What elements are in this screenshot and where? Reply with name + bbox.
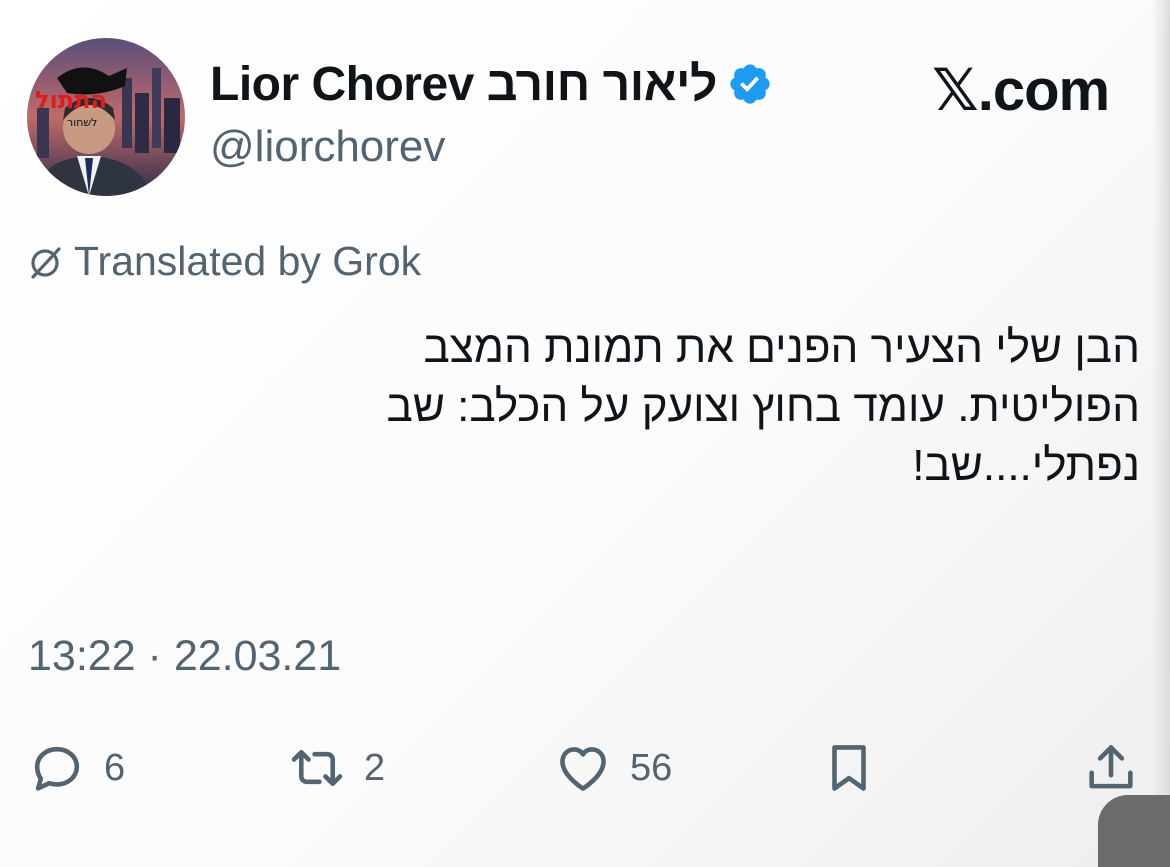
avatar-image: התתול לשחור	[27, 38, 185, 196]
grok-icon	[31, 246, 61, 279]
reply-count: 6	[104, 746, 126, 789]
avatar-overlay-text: התתול	[35, 86, 107, 114]
translation-text: Translated by Grok	[74, 238, 422, 284]
x-logo: 𝕏.com	[932, 58, 1110, 123]
like-button[interactable]: 56	[554, 738, 672, 798]
avatar-overlay-subtext: לשחור	[67, 116, 97, 129]
repost-icon	[291, 749, 343, 787]
tweet-line: הפוליטית. עומד בחוץ וצועק על הכלב: שב	[386, 382, 1141, 431]
scrollbar-track	[1152, 0, 1170, 867]
tweet-line: הבן שלי הצעיר הפנים את תמונת המצב	[423, 323, 1140, 372]
translation-label[interactable]: Translated by Grok	[28, 238, 421, 285]
share-button[interactable]	[1082, 738, 1140, 798]
repost-button[interactable]: 2	[288, 738, 385, 798]
bookmark-icon	[832, 745, 866, 791]
tweet-line: נפתלי....שב!	[912, 441, 1140, 490]
display-name[interactable]: Lior Chorev ליאור חורב	[210, 57, 717, 112]
bookmark-button[interactable]	[820, 738, 878, 798]
display-name-row: Lior Chorev ליאור חורב	[210, 55, 773, 113]
handle[interactable]: @liorchorev	[210, 122, 445, 172]
avatar[interactable]: התתול לשחור	[27, 38, 185, 196]
share-icon	[1089, 745, 1133, 789]
reply-icon	[34, 746, 80, 791]
reply-button[interactable]: 6	[28, 738, 125, 798]
corner-overlay	[1098, 795, 1170, 867]
heart-icon	[560, 747, 606, 791]
like-count: 56	[630, 746, 673, 789]
repost-count: 2	[364, 746, 386, 789]
timestamp[interactable]: 13:22 · 22.03.21	[28, 632, 341, 681]
verified-badge-icon	[730, 64, 770, 104]
tweet-text: הבן שלי הצעיר הפנים את תמונת המצב הפוליט…	[140, 318, 1141, 495]
